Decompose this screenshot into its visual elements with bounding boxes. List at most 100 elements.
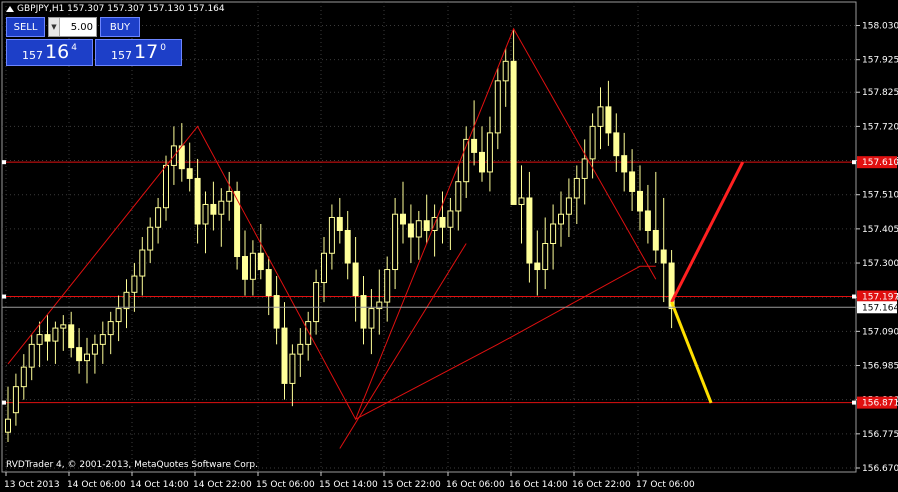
candle-body [550, 223, 557, 245]
candle-body [447, 210, 454, 228]
sell-price-main: 16 [45, 41, 70, 63]
candle-body [502, 60, 509, 82]
x-tick-label: 14 Oct 14:00 [130, 480, 189, 490]
candle-body [36, 334, 43, 345]
candle-body [147, 226, 154, 251]
y-tick-label: 156.775 [862, 430, 898, 440]
candle-body [660, 249, 667, 264]
candle-body [107, 321, 114, 336]
candle-body [163, 164, 169, 209]
candle-body [328, 216, 335, 254]
candle-body [542, 243, 549, 271]
price-chart[interactable]: 158.030157.925157.825157.720157.615157.5… [0, 0, 898, 492]
y-tick-label: 157.510 [862, 191, 898, 201]
candle-body [131, 275, 138, 293]
buy-price-big: 157 [111, 49, 133, 62]
candle-body [573, 177, 580, 199]
candle-body [297, 343, 304, 355]
candle-body [518, 197, 525, 205]
candle-body [613, 132, 620, 157]
collapse-triangle-icon[interactable] [6, 5, 14, 12]
candle-body [597, 106, 604, 127]
candle-body [202, 203, 209, 225]
candle-body [226, 190, 233, 202]
level-handle-right[interactable] [852, 400, 856, 405]
candle-body [629, 171, 636, 192]
candle-body [621, 155, 628, 173]
candle-body [581, 158, 588, 179]
candle-body [344, 229, 351, 264]
candle-body [234, 190, 241, 258]
level-handle-right[interactable] [852, 160, 856, 165]
level-price-label: 157.610 [862, 158, 898, 168]
candle-body [321, 252, 327, 284]
sell-button[interactable]: SELL [6, 17, 45, 37]
candle-body [368, 308, 375, 329]
y-tick-label: 157.300 [862, 259, 898, 269]
y-tick-label: 158.030 [862, 22, 898, 32]
level-handle-left[interactable] [2, 160, 6, 165]
level-price-label: 157.197 [862, 293, 898, 303]
lot-value[interactable]: 5.00 [60, 22, 96, 33]
candle-body [84, 353, 90, 362]
candle-body [439, 216, 446, 228]
x-tick-label: 16 Oct 06:00 [446, 480, 505, 490]
candle-body [652, 229, 659, 251]
candle-body [194, 177, 201, 225]
candle-body [637, 190, 643, 212]
candle-body [589, 125, 596, 160]
level-handle-right[interactable] [852, 294, 856, 299]
level-handle-left[interactable] [2, 294, 6, 299]
lot-size-input[interactable]: ▼ 5.00 [48, 17, 97, 37]
level-price-label: 156.871 [862, 399, 898, 409]
candle-body [60, 324, 67, 329]
projection-up-line[interactable] [670, 161, 745, 303]
buy-price-small: 0 [160, 43, 166, 53]
candle-body [494, 80, 501, 134]
symbol-line: GBPJPY,H1 157.307 157.307 157.130 157.16… [17, 4, 225, 14]
lot-stepper-icon[interactable]: ▼ [49, 18, 60, 36]
candle-body [392, 213, 399, 271]
candle-body [455, 181, 462, 212]
y-tick-label: 156.985 [862, 362, 898, 372]
candle-body [605, 106, 612, 134]
candle-body [76, 347, 83, 362]
x-tick-label: 16 Oct 14:00 [509, 480, 568, 490]
candle-body [644, 210, 651, 231]
trend-line[interactable] [355, 265, 656, 420]
x-tick-label: 17 Oct 06:00 [636, 480, 695, 490]
candle-body [305, 321, 312, 345]
candle-body [273, 295, 280, 329]
candle-body [139, 249, 146, 277]
candle-body [210, 203, 217, 215]
buy-button[interactable]: BUY [100, 17, 140, 37]
candle-body [336, 216, 343, 231]
x-tick-label: 16 Oct 22:00 [572, 480, 631, 490]
candle-body [249, 252, 256, 280]
y-tick-label: 157.925 [862, 56, 898, 66]
candle-body [20, 366, 27, 388]
candle-body [384, 269, 391, 303]
candle-body [28, 343, 35, 368]
x-tick-label: 13 Oct 2013 [4, 480, 60, 490]
candle-body [52, 327, 59, 342]
candle-body [44, 334, 51, 342]
y-tick-label: 157.720 [862, 122, 898, 132]
candle-body [565, 197, 572, 215]
candle-body [486, 132, 493, 173]
candle-body [313, 282, 320, 323]
candle-body [400, 213, 406, 225]
x-tick-label: 14 Oct 06:00 [67, 480, 126, 490]
candle-body [289, 353, 296, 384]
y-tick-label: 157.825 [862, 88, 898, 98]
candle-body [423, 220, 430, 231]
level-handle-left[interactable] [2, 400, 6, 405]
projection-down-line[interactable] [670, 301, 713, 404]
y-tick-label: 156.670 [862, 464, 898, 474]
buy-price-box[interactable]: 157 17 0 [95, 39, 182, 66]
sell-price-box[interactable]: 157 16 4 [6, 39, 93, 66]
candle-body [526, 197, 533, 264]
x-tick-label: 15 Oct 06:00 [256, 480, 315, 490]
candle-body [471, 138, 478, 153]
candle-body [123, 291, 130, 310]
